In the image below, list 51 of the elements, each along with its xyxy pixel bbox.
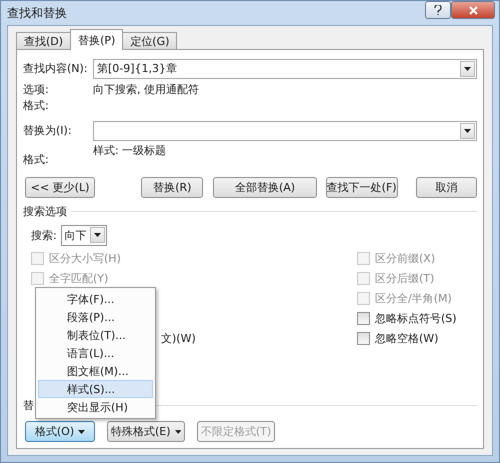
tab[interactable]: 替换(P) <box>70 29 124 50</box>
checkbox[interactable] <box>357 332 370 344</box>
dropdown-button[interactable] <box>460 60 475 76</box>
find-field[interactable]: 第[0-9]{1,3}章 <box>93 58 477 78</box>
format-button[interactable]: 格式(O) <box>25 421 95 442</box>
field-label: 选项: <box>23 82 50 96</box>
checkbox-label: 忽略标点符号(S) <box>375 310 457 326</box>
options-text: 向下搜索, 使用通配符 <box>93 82 199 96</box>
checkbox-label: 区分前缀(X) <box>375 250 436 266</box>
less-button[interactable]: << 更少(L) <box>25 177 96 198</box>
close-button[interactable] <box>451 1 495 19</box>
replace-field[interactable] <box>93 120 477 140</box>
checkbox[interactable] <box>357 312 370 324</box>
action-button[interactable]: 替换(R) <box>141 177 204 198</box>
format-button[interactable]: 特殊格式(E) <box>107 421 185 442</box>
menu-item[interactable]: 突出显示(H) <box>38 398 153 416</box>
group-title: 搜索选项 <box>23 204 67 218</box>
action-button[interactable]: 取消 <box>416 177 477 198</box>
window-title: 查找和替换 <box>7 4 68 22</box>
field-label: 查找内容(N): <box>23 61 89 76</box>
checkbox-label: 全字匹配(Y) <box>49 270 108 286</box>
option-text: 文)(W) <box>161 330 196 346</box>
field-label: 替换为(I): <box>23 123 73 138</box>
help-icon <box>434 5 442 15</box>
field-label: 格式: <box>23 152 50 167</box>
checkbox-label: 区分后缀(T) <box>375 270 434 286</box>
format-text: 样式: 一级标题 <box>93 143 166 158</box>
direction-select[interactable]: 向下 <box>60 224 107 246</box>
menu-item[interactable]: 样式(S)... <box>38 380 153 398</box>
caret-icon <box>94 233 101 237</box>
tab[interactable]: 定位(G) <box>122 32 178 50</box>
tab[interactable]: 查找(D) <box>16 32 72 50</box>
checkbox-label: 忽略空格(W) <box>375 330 438 346</box>
menu-item[interactable]: 制表位(T)... <box>38 326 153 344</box>
menu-item[interactable]: 字体(F)... <box>38 290 153 308</box>
menu-item[interactable]: 语言(L)... <box>38 344 153 362</box>
close-icon <box>468 6 478 14</box>
dropdown-button[interactable] <box>460 122 475 138</box>
checkbox-label: 区分大小写(H) <box>49 250 121 266</box>
menu-item[interactable]: 图文框(M)... <box>38 362 153 380</box>
action-button[interactable]: 全部替换(A) <box>213 177 317 198</box>
action-button[interactable]: 查找下一处(F) <box>326 177 398 198</box>
menu-item[interactable]: 段落(P)... <box>38 308 153 326</box>
search-label: 搜索: <box>31 228 57 242</box>
field-label: 格式: <box>23 98 50 112</box>
help-button[interactable] <box>425 1 451 19</box>
checkbox-label: 区分全/半角(M) <box>375 290 452 306</box>
dropdown-button[interactable] <box>90 227 105 243</box>
caret-icon <box>464 128 471 132</box>
caret-icon <box>464 66 471 70</box>
group-title: 替 <box>23 398 34 412</box>
